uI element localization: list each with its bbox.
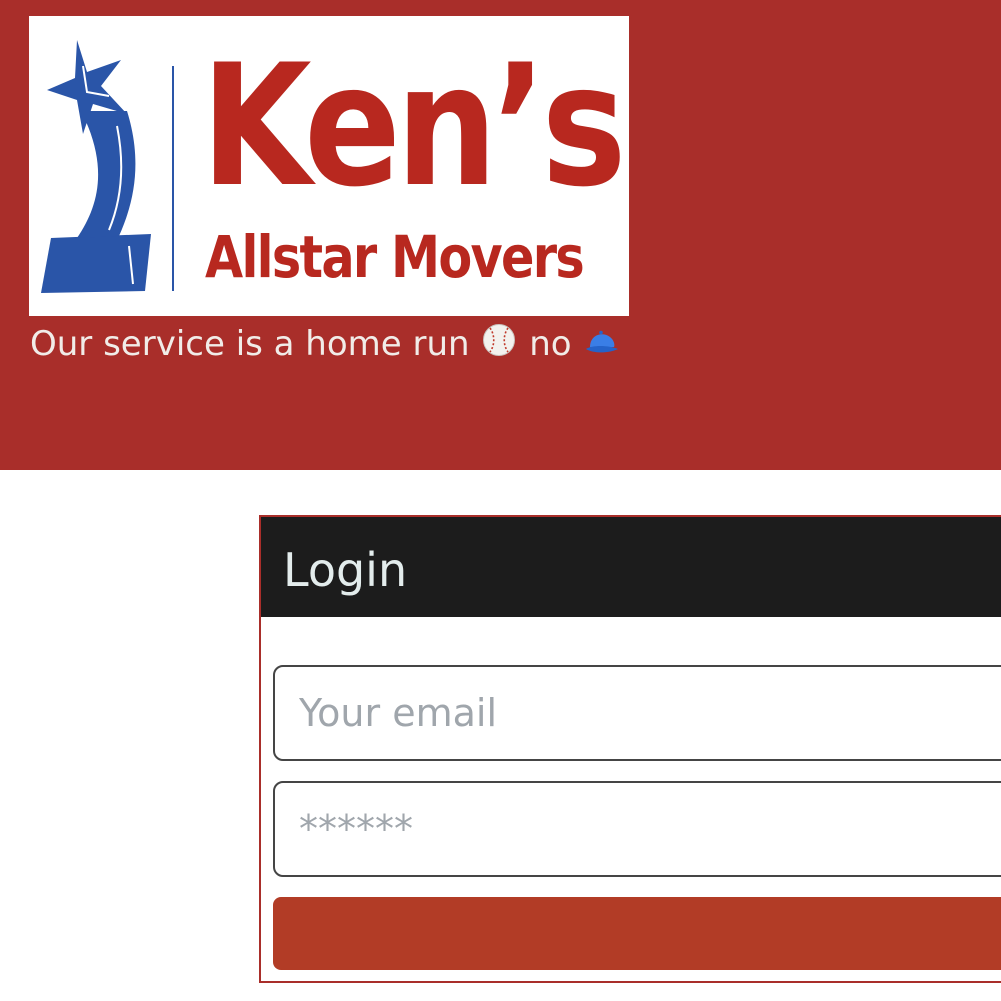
tagline-text: Our service is a home run xyxy=(30,324,470,364)
site-header: Ken’s Allstar Movers Our service is a ho… xyxy=(0,0,1001,470)
site-logo[interactable]: Ken’s Allstar Movers xyxy=(29,16,629,316)
logo-brand-subtitle: Allstar Movers xyxy=(205,223,585,291)
login-title: Login xyxy=(283,543,408,597)
star-trophy-icon xyxy=(41,40,151,293)
tagline: Our service is a home run no xyxy=(30,322,622,368)
email-input[interactable] xyxy=(273,665,1001,761)
password-input[interactable] xyxy=(273,781,1001,877)
cap-icon xyxy=(584,324,620,368)
logo-brand-name: Ken’s xyxy=(201,28,627,224)
logo-divider xyxy=(172,66,174,291)
login-card-header: Login xyxy=(261,517,1001,617)
login-card: Login xyxy=(259,515,1001,983)
tagline-text-no: no xyxy=(529,324,572,364)
login-submit-button[interactable] xyxy=(273,897,1001,970)
baseball-icon xyxy=(482,323,516,368)
